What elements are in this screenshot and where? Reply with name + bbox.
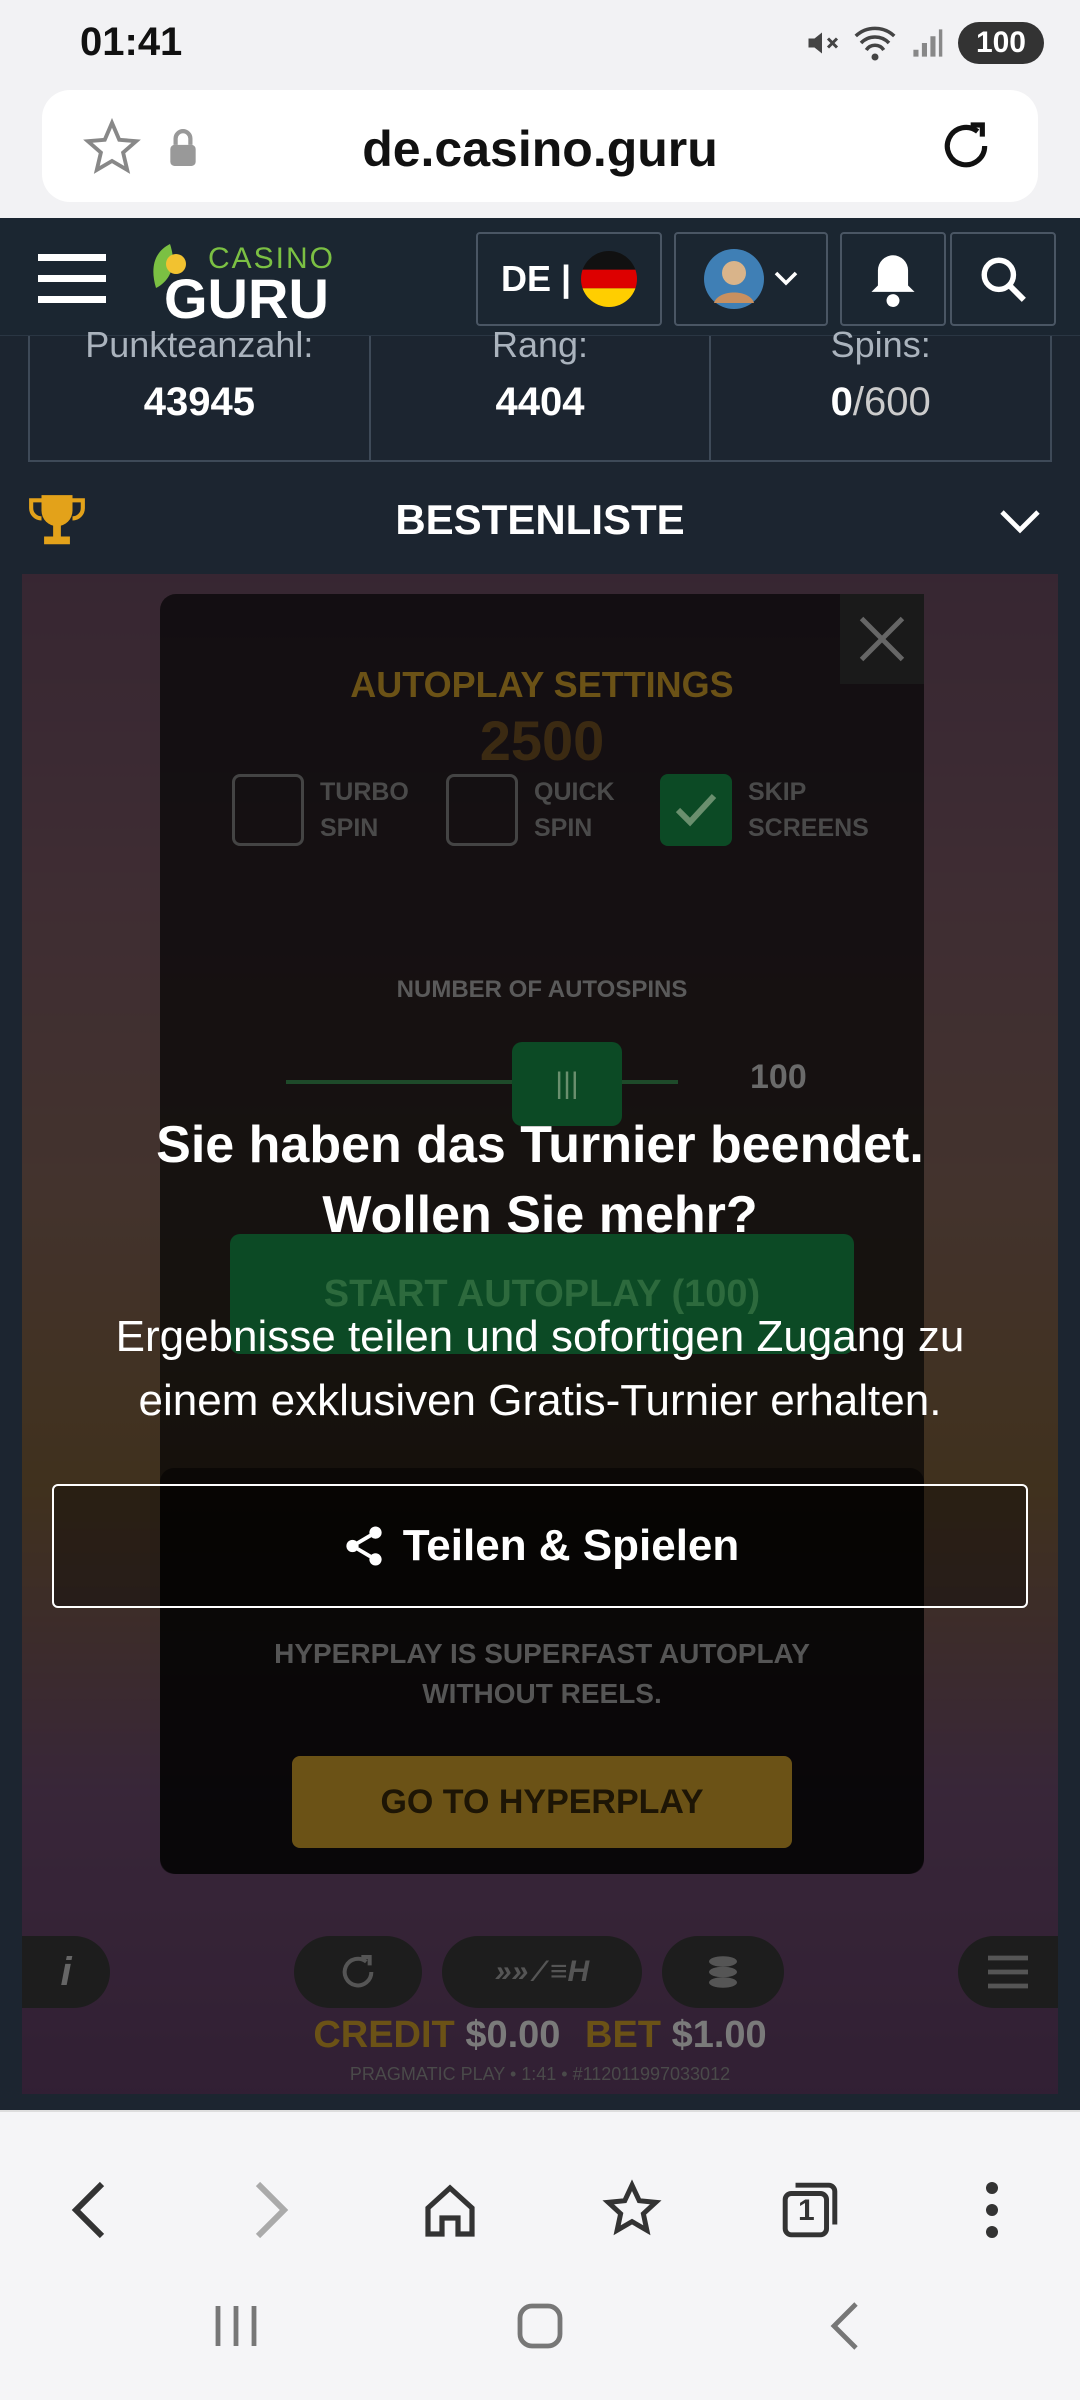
go-to-hyperplay-button[interactable]: GO TO HYPERPLAY xyxy=(292,1756,792,1848)
autoplay-icon xyxy=(342,1955,374,1988)
user-menu[interactable] xyxy=(674,232,828,326)
system-home-icon xyxy=(517,2303,563,2349)
chevron-down-icon xyxy=(1000,510,1040,534)
language-selector[interactable]: DE | xyxy=(476,232,662,326)
provider-footer: PRAGMATIC PLAY • 1:41 • #112011997033012 xyxy=(349,2064,731,2084)
back-arrow-icon xyxy=(71,2181,105,2239)
home-icon xyxy=(425,2184,475,2237)
tournament-stats: Punkteanzahl: 43945 Rang: 4404 Spins: 0/… xyxy=(28,324,1052,462)
autoplay-button[interactable] xyxy=(294,1936,422,2008)
share-icon xyxy=(346,1526,382,1566)
info-button[interactable]: i xyxy=(22,1936,110,2008)
title-line-2: Wollen Sie mehr? xyxy=(322,1186,758,1244)
avatar xyxy=(704,249,764,309)
reload-icon[interactable] xyxy=(938,118,994,174)
logo-text-main: GURU xyxy=(164,267,329,330)
bell-icon xyxy=(871,255,915,307)
status-icons: 100 xyxy=(804,20,1044,66)
chevron-down-icon xyxy=(774,271,798,286)
hyperplay-description: HYPERPLAY IS SUPERFAST AUTOPLAY WITHOUT … xyxy=(274,1638,810,1709)
menu-icon xyxy=(988,1955,1028,1989)
site-header: CASINO GURU DE | xyxy=(0,218,1080,336)
bet-label: BET xyxy=(585,2014,661,2056)
tournament-ended-subtitle: Ergebnisse teilen und sofortigen Zugang … xyxy=(40,1305,1040,1433)
stat-label: Rang: xyxy=(491,324,589,365)
mute-icon xyxy=(808,32,838,54)
game-menu-button[interactable] xyxy=(958,1936,1058,2008)
autospins-label: NUMBER OF AUTOSPINS xyxy=(396,976,688,1003)
language-label: DE | xyxy=(500,258,572,299)
credit-label: CREDIT xyxy=(313,2014,455,2056)
system-home-button[interactable] xyxy=(510,2298,570,2354)
stat-label: Spins: xyxy=(830,324,931,365)
status-bar: 01:41 100 xyxy=(0,0,1080,90)
tabs-button[interactable]: 1 xyxy=(768,2168,852,2252)
autoplay-title: AUTOPLAY SETTINGS xyxy=(350,664,734,705)
url-bar[interactable]: de.casino.guru xyxy=(42,90,1038,202)
hamburger-menu-icon[interactable] xyxy=(38,254,106,304)
tabs-count: 1 xyxy=(798,2194,815,2227)
title-line-1: Sie haben das Turnier beendet. xyxy=(156,1116,924,1174)
casino-guru-logo[interactable]: CASINO GURU xyxy=(140,236,340,330)
spins-total: /600 xyxy=(852,380,931,424)
skip-screens-checkbox[interactable] xyxy=(660,774,732,846)
status-time: 01:41 xyxy=(80,20,183,64)
stat-value: 4404 xyxy=(495,380,585,424)
bookmarks-button[interactable] xyxy=(590,2168,674,2252)
speed-toggle-button[interactable]: »» ⁄ ≡H xyxy=(442,1936,642,2008)
credit-value: $0.00 xyxy=(465,2014,561,2056)
forward-button[interactable] xyxy=(230,2168,314,2252)
url-text: de.casino.guru xyxy=(362,121,718,177)
spins-used: 0 xyxy=(830,380,853,424)
subtitle-line-1: Ergebnisse teilen und sofortigen Zugang … xyxy=(115,1312,965,1361)
checkmark-icon xyxy=(675,793,717,827)
signal-icon xyxy=(913,29,943,57)
credit-bet-display: CREDIT $0.00 BET $1.00 xyxy=(22,2014,1058,2057)
forward-arrow-icon xyxy=(255,2181,289,2239)
autoplay-options: TURBO SPIN QUICK SPIN SKIP SCREENS xyxy=(232,774,912,864)
wifi-icon xyxy=(854,26,896,61)
recent-apps-icon xyxy=(215,2306,257,2346)
turbo-spin-checkbox[interactable] xyxy=(232,774,304,846)
more-options-button[interactable] xyxy=(950,2168,1034,2252)
bookmark-star-icon xyxy=(602,2179,662,2236)
battery-indicator: 100 xyxy=(957,22,1044,64)
bet-value: $1.00 xyxy=(671,2014,767,2056)
recent-apps-button[interactable] xyxy=(206,2298,266,2354)
tournament-ended-title: Sie haben das Turnier beendet. Wollen Si… xyxy=(40,1110,1040,1250)
share-button-label: Teilen & Spielen xyxy=(402,1521,740,1570)
search-icon xyxy=(981,257,1026,302)
back-button[interactable] xyxy=(46,2168,130,2252)
stat-spins: Spins: 0/600 xyxy=(711,324,1050,460)
stat-points: Punkteanzahl: 43945 xyxy=(30,324,371,460)
notifications-button[interactable] xyxy=(840,232,946,326)
browser-bottom-bar: 1 xyxy=(0,2110,1080,2400)
stat-label: Punkteanzahl: xyxy=(85,324,314,365)
subtitle-line-2: einem exklusiven Gratis-Turnier erhalten… xyxy=(138,1376,942,1425)
search-button[interactable] xyxy=(950,232,1056,326)
skip-screens-label: SKIP SCREENS xyxy=(748,778,869,842)
german-flag-icon xyxy=(581,251,638,307)
quick-spin-checkbox[interactable] xyxy=(446,774,518,846)
home-button[interactable] xyxy=(408,2168,492,2252)
system-back-icon xyxy=(830,2302,858,2350)
background-number: 2500 xyxy=(479,709,605,772)
share-and-play-button[interactable]: Teilen & Spielen xyxy=(52,1484,1028,1608)
stat-value: 0/600 xyxy=(711,380,1050,425)
system-back-button[interactable] xyxy=(816,2298,876,2354)
leaderboard-label: BESTENLISTE xyxy=(395,496,685,543)
stat-rank: Rang: 4404 xyxy=(371,324,712,460)
stat-value: 43945 xyxy=(143,380,255,424)
autospins-value: 100 xyxy=(750,1058,807,1096)
more-vertical-icon xyxy=(986,2182,998,2238)
leaderboard-toggle[interactable]: BESTENLISTE xyxy=(0,476,1080,574)
quick-spin-label: QUICK SPIN xyxy=(534,778,615,842)
browser-toolbar: de.casino.guru xyxy=(0,90,1080,218)
coins-icon xyxy=(709,1956,737,1988)
turbo-spin-label: TURBO SPIN xyxy=(320,778,409,842)
bet-coins-button[interactable] xyxy=(662,1936,784,2008)
